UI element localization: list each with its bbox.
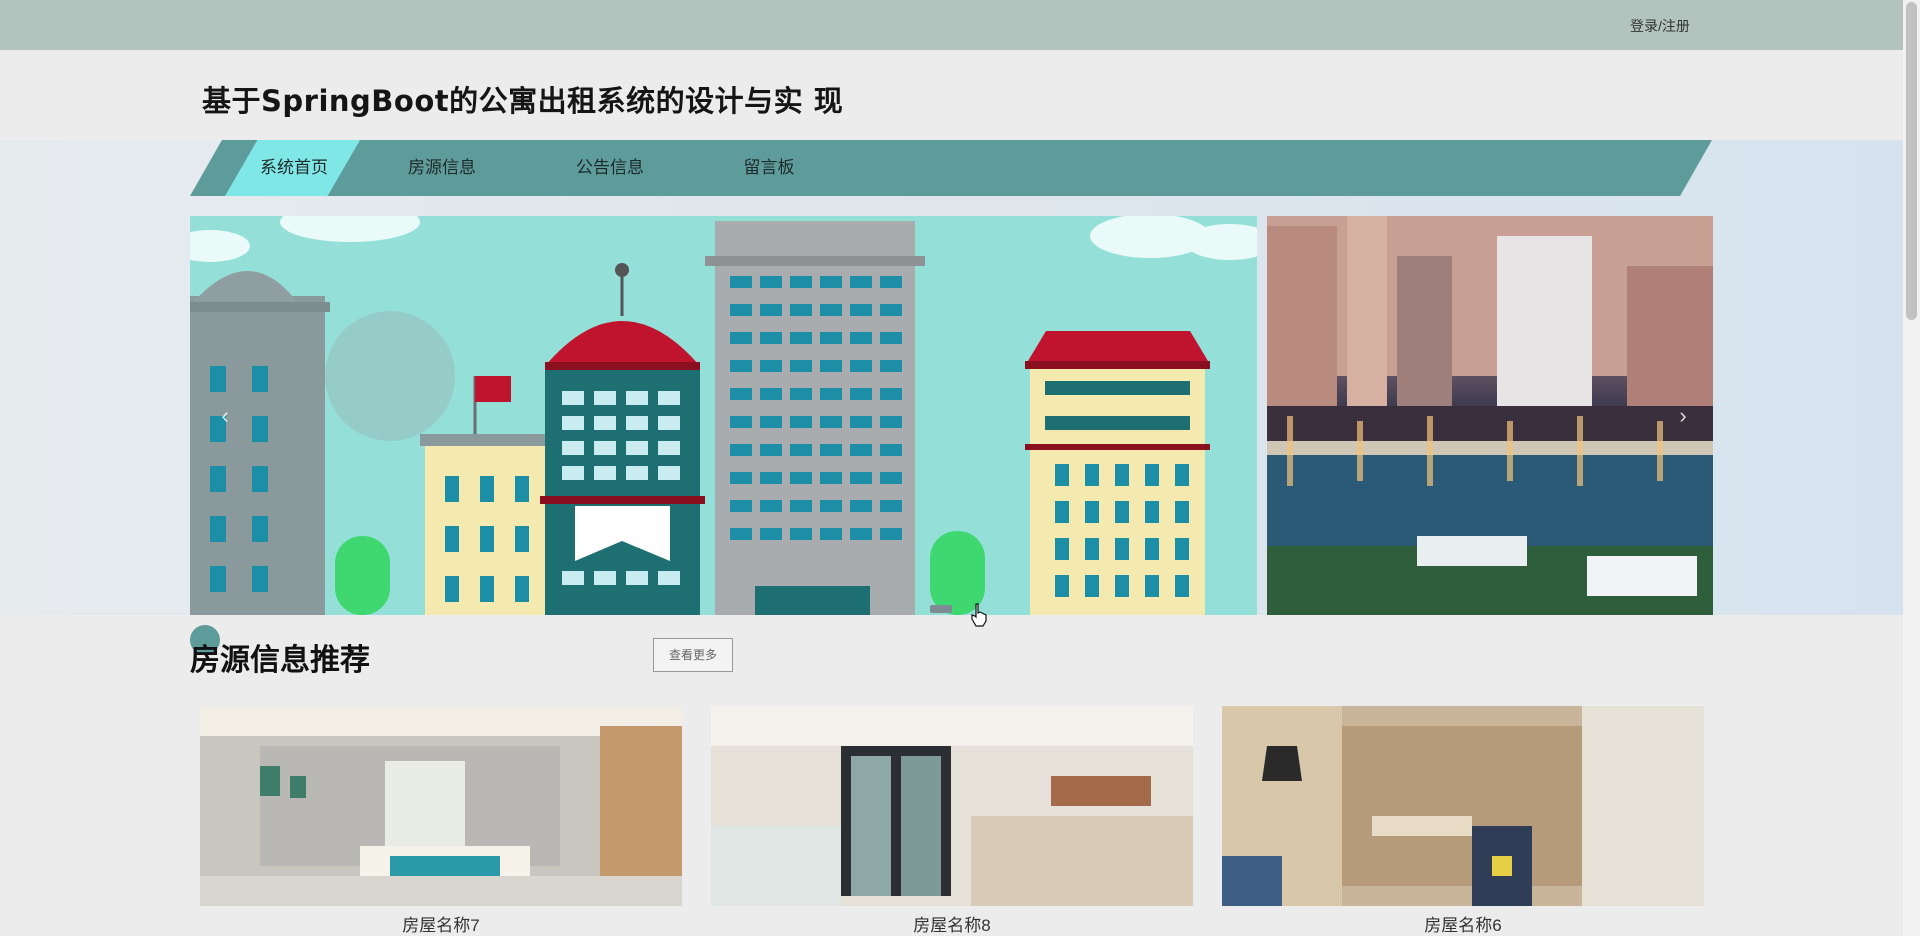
chevron-right-icon[interactable]: › bbox=[1668, 401, 1698, 431]
hand-cursor-icon bbox=[971, 603, 987, 627]
listing-card-image bbox=[200, 706, 682, 906]
view-more-button[interactable]: 查看更多 bbox=[653, 638, 733, 672]
site-title: 基于SpringBoot的公寓出租系统的设计与实 现 bbox=[202, 84, 844, 118]
nav-item-message-board[interactable]: 留言板 bbox=[736, 140, 802, 196]
listing-card[interactable]: 房屋名称6 bbox=[1222, 706, 1704, 935]
login-register-link[interactable]: 登录/注册 bbox=[1630, 16, 1690, 36]
bedroom-photo bbox=[200, 706, 682, 906]
nav-item-home[interactable]: 系统首页 bbox=[248, 140, 340, 196]
listing-card-name: 房屋名称6 bbox=[1424, 916, 1502, 935]
listing-card[interactable]: 房屋名称7 bbox=[200, 706, 682, 935]
kitchen-photo bbox=[711, 706, 1193, 906]
listing-card[interactable]: 房屋名称8 bbox=[711, 706, 1193, 935]
page-scrollbar-thumb[interactable] bbox=[1906, 2, 1917, 320]
section-title: 房源信息推荐 bbox=[190, 644, 370, 677]
carousel-slide-waterfront-photo bbox=[1267, 216, 1713, 615]
listing-card-image bbox=[1222, 706, 1704, 906]
banner-carousel[interactable]: ‹ › bbox=[190, 216, 1713, 615]
cartoon-city-illustration bbox=[190, 216, 1257, 615]
carousel-dot-1[interactable] bbox=[930, 605, 952, 613]
chevron-left-icon[interactable]: ‹ bbox=[210, 401, 240, 431]
carousel-slide-cartoon-city bbox=[190, 216, 1257, 615]
listing-card-name: 房屋名称8 bbox=[913, 916, 991, 935]
nav-item-listings[interactable]: 房源信息 bbox=[400, 140, 484, 196]
nav-item-notices[interactable]: 公告信息 bbox=[568, 140, 652, 196]
listing-card-name: 房屋名称7 bbox=[402, 916, 480, 935]
waterfront-city-photo bbox=[1267, 216, 1713, 615]
listing-card-image bbox=[711, 706, 1193, 906]
living-room-photo bbox=[1222, 706, 1704, 906]
carousel-dots bbox=[930, 600, 958, 618]
